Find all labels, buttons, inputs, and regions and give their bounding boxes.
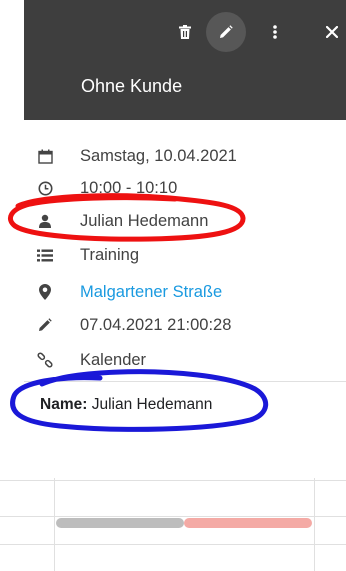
pencil-icon xyxy=(37,317,53,333)
detail-calendar: Kalender xyxy=(0,345,346,375)
more-icon xyxy=(273,25,277,39)
description-label: Name: xyxy=(40,396,88,413)
calendar-grid xyxy=(0,478,346,571)
clock-icon xyxy=(37,180,53,196)
event-date: Samstag, 10.04.2021 xyxy=(80,146,237,165)
calendar-icon xyxy=(37,148,53,164)
detail-category: Training xyxy=(0,240,346,270)
close-icon xyxy=(326,26,338,38)
list-icon xyxy=(37,247,53,263)
detail-time: 10:00 - 10:10 xyxy=(0,173,346,203)
grid-line xyxy=(0,480,346,481)
grid-line xyxy=(0,516,346,517)
event-popup-header: Ohne Kunde xyxy=(24,0,346,120)
event-calendar: Kalender xyxy=(80,350,147,369)
delete-button[interactable] xyxy=(165,12,205,52)
event-location-link[interactable]: Malgartener Straße xyxy=(80,283,222,302)
event-title: Ohne Kunde xyxy=(81,76,183,96)
event-block-pink[interactable] xyxy=(184,518,312,528)
detail-date: Samstag, 10.04.2021 xyxy=(0,141,346,171)
event-block-gray[interactable] xyxy=(56,518,184,528)
grid-line xyxy=(0,544,346,545)
close-button[interactable] xyxy=(312,12,346,52)
more-button[interactable] xyxy=(255,12,295,52)
divider xyxy=(24,381,346,382)
event-time: 10:00 - 10:10 xyxy=(80,178,178,197)
event-description: Name: Julian Hedemann xyxy=(40,396,212,414)
grid-line xyxy=(54,478,55,571)
edit-icon xyxy=(220,25,233,38)
grid-line xyxy=(314,478,315,571)
detail-modified: 07.04.2021 21:00:28 xyxy=(0,310,346,340)
link-icon xyxy=(37,352,53,368)
event-modified: 07.04.2021 21:00:28 xyxy=(80,315,232,334)
user-icon xyxy=(37,213,53,229)
description-value: Julian Hedemann xyxy=(91,396,213,413)
edit-button[interactable] xyxy=(206,12,246,52)
event-person: Julian Hedemann xyxy=(80,211,209,230)
event-category: Training xyxy=(80,245,139,264)
detail-person: Julian Hedemann xyxy=(0,206,346,236)
delete-icon xyxy=(179,25,191,39)
map-marker-icon xyxy=(37,284,53,300)
detail-location: Malgartener Straße xyxy=(0,277,346,307)
